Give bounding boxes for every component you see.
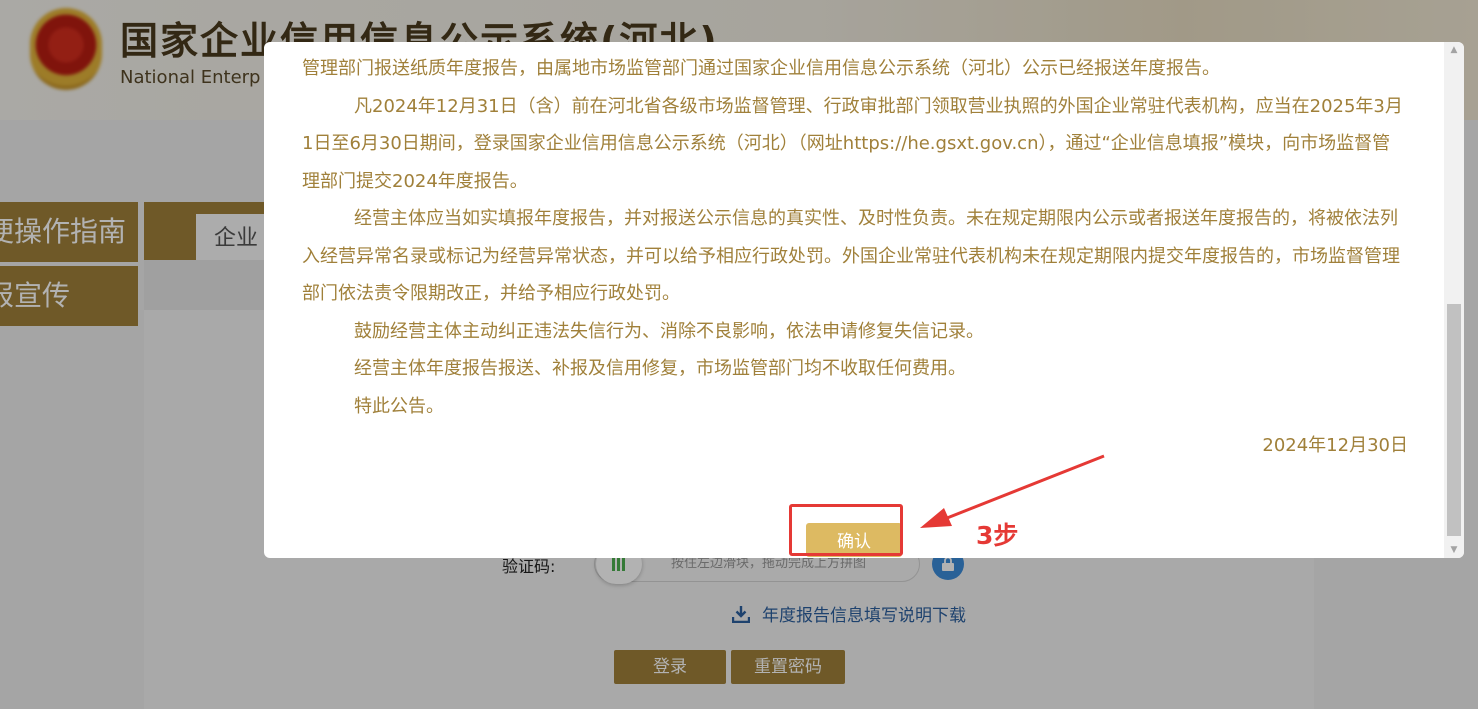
- step-label: 3步: [976, 521, 1019, 550]
- arrow-icon: [920, 454, 1105, 528]
